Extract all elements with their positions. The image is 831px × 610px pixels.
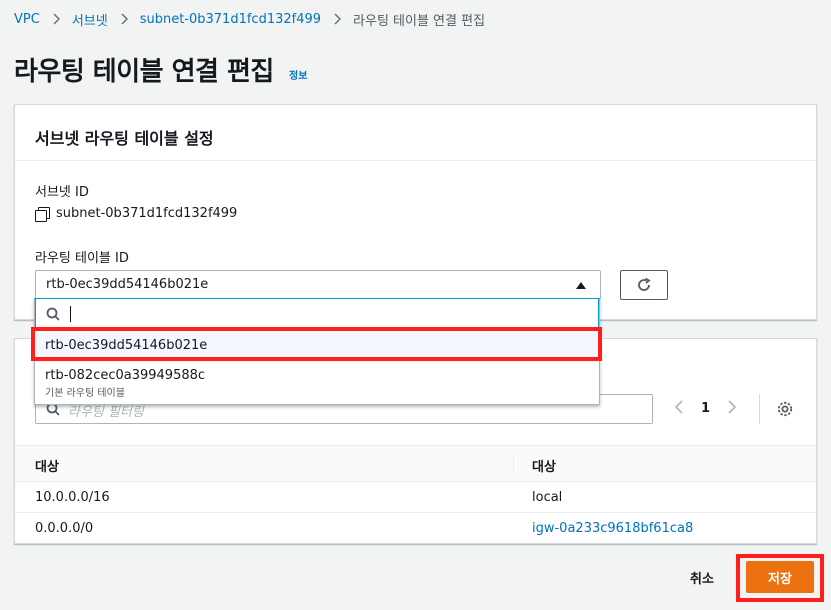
route-destination: 0.0.0.0/0	[35, 521, 94, 536]
chevron-left-icon[interactable]	[674, 399, 683, 418]
table-row: 10.0.0.0/16 local	[15, 483, 816, 513]
subnet-id-text: subnet-0b371d1fcd132f499	[56, 206, 238, 221]
breadcrumb-vpc[interactable]: VPC	[14, 12, 40, 27]
pagination: 1	[674, 399, 737, 418]
route-table-selected-value: rtb-0ec39dd54146b021e	[46, 277, 209, 292]
gear-icon	[777, 401, 793, 417]
column-divider	[513, 455, 514, 473]
refresh-icon	[638, 277, 651, 291]
info-link[interactable]: 정보	[289, 67, 307, 82]
panel-title: 서브넷 라우팅 테이블 설정	[35, 129, 214, 148]
option-label: rtb-082cec0a39949588c	[45, 368, 206, 383]
copy-icon[interactable]	[35, 206, 50, 222]
search-icon	[46, 307, 60, 321]
panel-header: 서브넷 라우팅 테이블 설정	[15, 105, 816, 161]
column-target[interactable]: 대상	[532, 456, 556, 475]
save-button[interactable]: 저장	[746, 561, 814, 593]
cancel-button[interactable]: 취소	[690, 568, 714, 587]
table-header: 대상 대상	[15, 445, 816, 482]
breadcrumb-subnet-id[interactable]: subnet-0b371d1fcd132f499	[140, 12, 321, 27]
option-description: 기본 라우팅 테이블	[45, 388, 125, 399]
chevron-right-icon	[52, 13, 60, 25]
refresh-button[interactable]	[620, 270, 668, 300]
page-number[interactable]: 1	[701, 401, 710, 416]
dropdown-option[interactable]: rtb-082cec0a39949588c 기본 라우팅 테이블	[35, 363, 599, 403]
subnet-route-table-settings-panel: 서브넷 라우팅 테이블 설정 서브넷 ID subnet-0b371d1fcd1…	[14, 104, 817, 320]
table-settings-button[interactable]	[775, 399, 795, 419]
text-cursor	[70, 306, 71, 322]
dropdown-search-input[interactable]	[35, 299, 599, 329]
route-table-select[interactable]: rtb-0ec39dd54146b021e	[35, 270, 601, 300]
chevron-right-icon	[333, 13, 342, 25]
chevron-right-icon[interactable]	[728, 399, 737, 418]
breadcrumb: VPC 서브넷 subnet-0b371d1fcd132f499 라우팅 테이블…	[14, 9, 485, 29]
route-target-link[interactable]: igw-0a233c9618bf61ca8	[532, 521, 693, 536]
divider	[759, 394, 760, 424]
subnet-id-label: 서브넷 ID	[35, 185, 89, 200]
breadcrumb-subnets[interactable]: 서브넷	[72, 10, 108, 29]
route-destination: 10.0.0.0/16	[35, 490, 110, 505]
column-destination[interactable]: 대상	[35, 456, 59, 475]
page-title: 라우팅 테이블 연결 편집	[14, 57, 274, 87]
route-table-id-label: 라우팅 테이블 ID	[35, 251, 129, 266]
route-target: local	[532, 490, 563, 505]
highlight-box	[31, 327, 602, 361]
table-row: 0.0.0.0/0 igw-0a233c9618bf61ca8	[15, 514, 816, 544]
subnet-id-value: subnet-0b371d1fcd132f499	[35, 206, 238, 222]
breadcrumb-current: 라우팅 테이블 연결 편집	[353, 13, 486, 29]
chevron-right-icon	[120, 13, 128, 25]
caret-up-icon	[576, 282, 586, 289]
